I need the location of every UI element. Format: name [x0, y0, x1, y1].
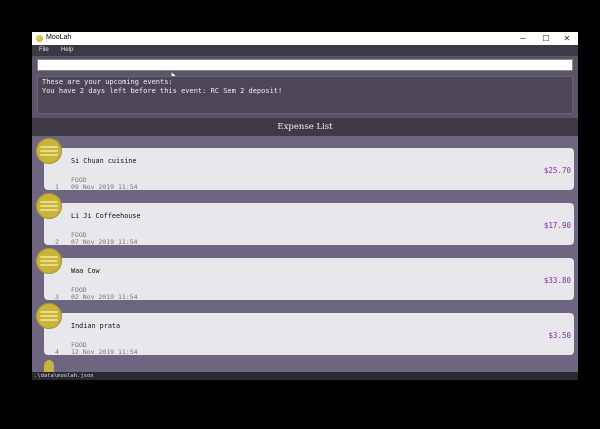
expense-description: Indian prata — [71, 322, 121, 330]
result-line-1: These are your upcoming events: — [42, 78, 173, 86]
expense-date: 02 Nov 2019 11:54 — [71, 293, 138, 301]
expense-description: Si Chuan cuisine — [71, 157, 137, 165]
expense-date: 09 Nov 2019 11:54 — [71, 183, 138, 191]
expense-card[interactable]: Indian prata FOOD 4 12 Nov 2019 11:54 $3… — [36, 303, 574, 356]
minimize-button[interactable]: ─ — [512, 32, 534, 45]
expense-date: 12 Nov 2019 11:54 — [71, 348, 138, 356]
expense-card[interactable]: Li Ji Coffeehouse FOOD 2 07 Nov 2019 11:… — [36, 193, 574, 246]
app-window: MooLah ─ ☐ ✕ File Help These are your up… — [32, 32, 578, 380]
window-title: MooLah — [46, 34, 72, 41]
coin-icon — [36, 193, 62, 219]
title-bar: MooLah ─ ☐ ✕ — [32, 32, 578, 45]
expense-index: 2 — [55, 238, 59, 246]
result-display: These are your upcoming events: You have… — [37, 76, 573, 114]
coin-icon — [44, 360, 54, 372]
expense-price: $17.90 — [543, 221, 571, 230]
coin-icon — [36, 138, 62, 164]
menu-file[interactable]: File — [39, 47, 49, 53]
expense-date: 07 Nov 2019 11:54 — [71, 238, 138, 246]
expense-price: $3.50 — [548, 331, 571, 340]
app-coin-icon — [36, 35, 43, 42]
expense-index: 3 — [55, 293, 59, 301]
menu-bar: File Help — [32, 45, 578, 56]
maximize-button[interactable]: ☐ — [535, 32, 557, 45]
status-bar-path: .\data\moolah.json — [32, 372, 578, 380]
coin-icon — [36, 303, 62, 329]
close-button[interactable]: ✕ — [556, 32, 578, 45]
expense-list-header: Expense List — [32, 118, 578, 136]
expense-card[interactable]: Si Chuan cuisine FOOD 1 09 Nov 2019 11:5… — [36, 138, 574, 191]
expense-list[interactable]: Si Chuan cuisine FOOD 1 09 Nov 2019 11:5… — [32, 136, 578, 372]
expense-description: Waa Cow — [71, 267, 100, 275]
expense-card[interactable]: Waa Cow FOOD 3 02 Nov 2019 11:54 $33.80 — [36, 248, 574, 301]
expense-price: $33.80 — [543, 276, 571, 285]
coin-icon — [36, 248, 62, 274]
menu-help[interactable]: Help — [61, 47, 73, 53]
expense-description: Li Ji Coffeehouse — [71, 212, 141, 220]
expense-price: $25.70 — [543, 166, 571, 175]
expense-index: 4 — [55, 348, 59, 356]
result-line-2: You have 2 days left before this event: … — [42, 87, 283, 95]
expense-index: 1 — [55, 183, 59, 191]
command-input[interactable] — [37, 59, 573, 71]
